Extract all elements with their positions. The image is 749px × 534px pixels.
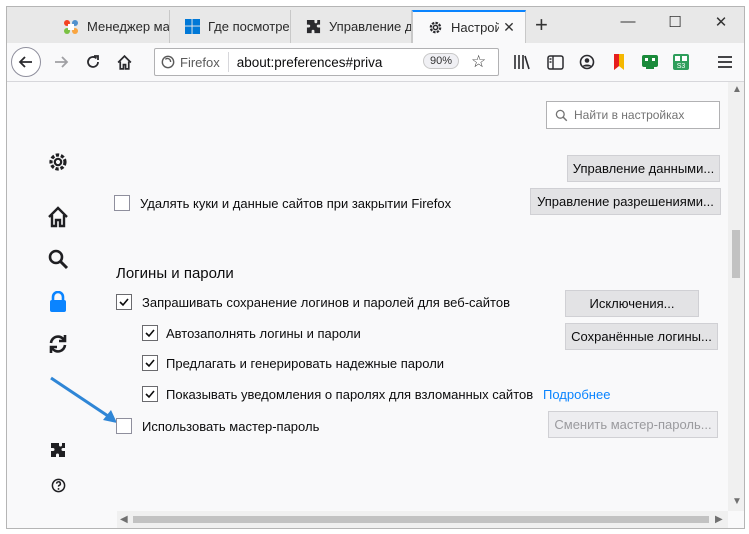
browser-window: Менеджер мат Где посмотре Управление д Н… [6, 6, 745, 529]
close-tab-icon[interactable]: ✕ [499, 19, 519, 36]
scroll-down-icon[interactable]: ▼ [732, 496, 742, 507]
general-category-gear-icon[interactable] [45, 149, 71, 175]
master-password-checkbox[interactable] [116, 418, 132, 434]
identity-label: Firefox [180, 54, 220, 70]
change-master-password-button[interactable]: Сменить мастер-пароль... [548, 411, 718, 438]
scroll-right-icon[interactable]: ▶ [715, 514, 723, 525]
svg-text:S3: S3 [677, 63, 686, 70]
reload-button[interactable] [79, 48, 107, 76]
gear-icon [427, 20, 443, 36]
master-password-label: Использовать мастер-пароль [142, 419, 320, 434]
autofill-logins-checkbox[interactable] [142, 325, 158, 341]
scroll-left-icon[interactable]: ◀ [120, 514, 128, 525]
extensions-puzzle-icon[interactable] [45, 437, 71, 463]
windows-icon [184, 19, 200, 35]
forward-button[interactable] [47, 48, 75, 76]
suggest-passwords-label: Предлагать и генерировать надежные парол… [166, 356, 445, 371]
search-category-icon[interactable] [45, 246, 71, 272]
suggest-passwords-checkbox[interactable] [142, 355, 158, 371]
home-category-icon[interactable] [45, 204, 71, 230]
extension-monitor-icon[interactable] [640, 52, 660, 72]
annotation-arrow-icon [50, 376, 117, 423]
library-icon[interactable] [512, 52, 532, 72]
logins-heading: Логины и пароли [116, 265, 234, 282]
search-input[interactable]: Найти в настройках [546, 101, 720, 129]
breach-alerts-checkbox[interactable] [142, 386, 158, 402]
url-bar[interactable]: Firefox about:preferences#priva 90% ☆ [154, 48, 499, 76]
privacy-category-lock-icon[interactable] [45, 289, 71, 315]
autofill-logins-label: Автозаполнять логины и пароли [166, 326, 361, 341]
close-window-icon[interactable]: ✕ [709, 13, 733, 31]
ask-save-logins-checkbox[interactable] [116, 294, 132, 310]
vertical-scroll-thumb[interactable] [732, 230, 740, 278]
breach-alerts-label: Показывать уведомления о паролях для взл… [166, 387, 534, 402]
tab-bar: Менеджер мат Где посмотре Управление д Н… [7, 7, 744, 43]
tab-addons[interactable]: Управление д [291, 10, 412, 43]
site-identity[interactable]: Firefox [155, 52, 229, 72]
sidebar-icon[interactable] [545, 52, 565, 72]
firefox-icon [161, 55, 175, 69]
forward-arrow-icon [55, 56, 69, 68]
horizontal-scrollbar[interactable]: ◀ ▶ [117, 511, 728, 528]
tab-label: Менеджер мат [87, 19, 169, 34]
help-icon[interactable] [45, 472, 71, 498]
vertical-scrollbar[interactable]: ▲ ▼ [728, 82, 744, 511]
tab-joomla[interactable]: Менеджер мат [49, 10, 170, 43]
extension-s3-icon[interactable]: S3 [671, 52, 691, 72]
checkmark-icon [145, 359, 155, 368]
search-placeholder: Найти в настройках [574, 108, 685, 122]
url-text[interactable]: about:preferences#priva [229, 55, 387, 70]
tab-label: Управление д [329, 19, 411, 34]
saved-logins-button[interactable]: Сохранённые логины... [565, 323, 718, 350]
back-arrow-icon [18, 56, 32, 68]
manage-data-button[interactable]: Управление данными... [567, 155, 720, 182]
home-button[interactable] [110, 48, 138, 76]
delete-cookies-on-close-label: Удалять куки и данные сайтов при закрыти… [140, 196, 452, 211]
back-button[interactable] [11, 47, 41, 77]
home-icon [117, 54, 131, 70]
manage-permissions-button[interactable]: Управление разрешениями... [530, 188, 721, 215]
menu-icon[interactable] [715, 52, 735, 72]
checkmark-icon [119, 298, 129, 307]
search-icon [555, 109, 568, 121]
joomla-icon [63, 19, 79, 35]
exceptions-button[interactable]: Исключения... [565, 290, 699, 317]
tab-settings[interactable]: Настройки ✕ [412, 10, 526, 43]
horizontal-scroll-thumb[interactable] [133, 516, 709, 523]
nav-bar: Firefox about:preferences#priva 90% ☆ S3 [7, 43, 744, 82]
learn-more-link[interactable]: Подробнее [543, 387, 610, 402]
tab-label: Настройки [451, 20, 499, 35]
extension-bookmark-icon[interactable] [609, 52, 629, 72]
scroll-up-icon[interactable]: ▲ [732, 84, 742, 95]
new-tab-button[interactable]: + [535, 14, 548, 36]
account-icon[interactable] [577, 52, 597, 72]
delete-cookies-on-close-checkbox[interactable] [114, 195, 130, 211]
minimize-icon[interactable]: — [616, 13, 640, 30]
checkmark-icon [145, 390, 155, 399]
ask-save-logins-label: Запрашивать сохранение логинов и паролей… [142, 295, 510, 310]
bookmark-star-icon[interactable]: ☆ [471, 52, 486, 72]
tab-label: Где посмотре [208, 19, 290, 34]
tab-windows[interactable]: Где посмотре [170, 10, 291, 43]
sync-category-icon[interactable] [45, 331, 71, 357]
puzzle-icon [305, 19, 321, 35]
preferences-content: Найти в настройках Управление данными...… [7, 82, 744, 528]
checkmark-icon [145, 329, 155, 338]
maximize-icon[interactable]: ☐ [663, 13, 687, 31]
reload-icon [87, 55, 99, 68]
zoom-indicator[interactable]: 90% [423, 53, 460, 69]
